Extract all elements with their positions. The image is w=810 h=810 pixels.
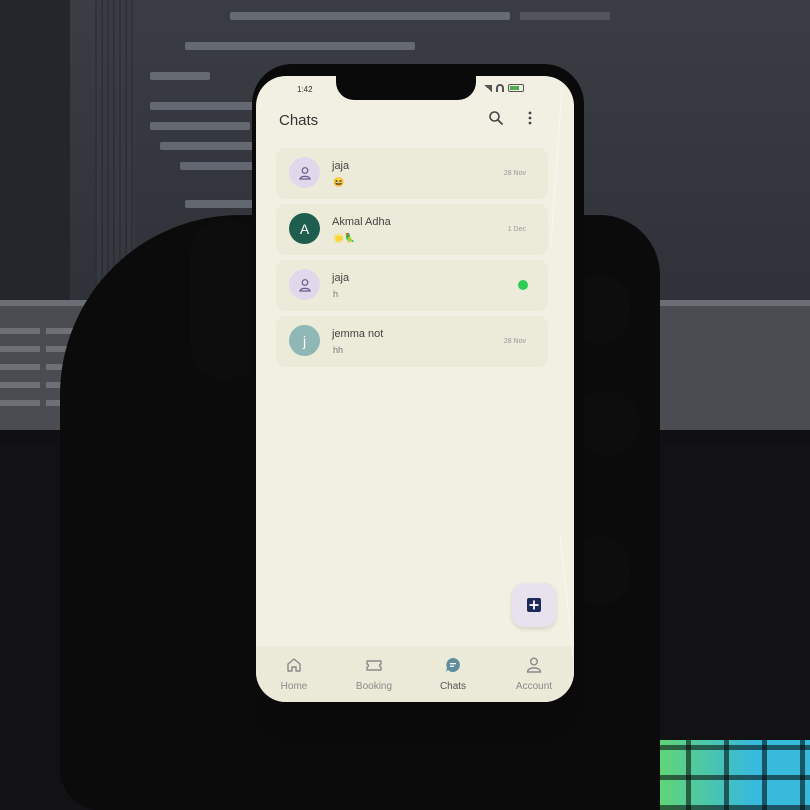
phone-notch bbox=[336, 76, 476, 100]
chat-bubble-icon bbox=[446, 658, 460, 672]
code-line bbox=[520, 12, 610, 20]
screen-crack bbox=[559, 536, 574, 656]
battery-icon bbox=[508, 84, 524, 92]
nav-item-account[interactable]: Account bbox=[499, 646, 569, 702]
nav-item-booking[interactable]: Booking bbox=[339, 646, 409, 702]
status-icons bbox=[484, 84, 524, 92]
screen-crack bbox=[550, 86, 563, 246]
chat-name: jaja bbox=[332, 160, 350, 172]
chat-list-item[interactable]: jaja h bbox=[276, 260, 548, 310]
avatar: j bbox=[289, 325, 320, 356]
person-icon bbox=[298, 278, 311, 292]
avatar-letter: j bbox=[302, 332, 307, 349]
wifi-icon bbox=[496, 84, 504, 92]
thumb bbox=[190, 220, 260, 380]
editor-gutter bbox=[0, 0, 70, 300]
chat-name: jemma not bbox=[332, 328, 384, 340]
ticket-icon bbox=[366, 660, 382, 671]
online-indicator bbox=[518, 280, 528, 290]
chat-date: 1 Dec bbox=[507, 226, 526, 233]
new-chat-button[interactable] bbox=[512, 583, 556, 627]
account-icon bbox=[526, 657, 542, 673]
chat-last-message: hh bbox=[333, 345, 344, 355]
chat-list-item[interactable]: j jemma not hh 28 Nov bbox=[276, 316, 548, 366]
code-line bbox=[160, 142, 255, 150]
chat-last-message: 😆 bbox=[333, 177, 345, 187]
person-icon bbox=[298, 166, 311, 180]
search-icon[interactable] bbox=[488, 110, 504, 126]
chat-date: 28 Nov bbox=[503, 338, 526, 345]
nav-label: Home bbox=[280, 681, 308, 692]
chat-last-message: h bbox=[333, 289, 339, 299]
avatar: A bbox=[289, 213, 320, 244]
nav-label: Booking bbox=[355, 681, 393, 692]
avatar bbox=[289, 269, 320, 300]
nav-label: Chats bbox=[439, 681, 467, 692]
nav-item-home[interactable]: Home bbox=[259, 646, 329, 702]
chat-name: Akmal Adha bbox=[332, 216, 391, 228]
phone-screen: 1:42 Chats jaja 😆 28 Nov A Akmal Adha 🌟🦜… bbox=[256, 76, 574, 702]
chat-date: 28 Nov bbox=[503, 170, 526, 177]
chat-last-message: 🌟🦜 bbox=[333, 233, 356, 243]
finger bbox=[575, 390, 640, 455]
code-line bbox=[180, 162, 255, 170]
code-line bbox=[185, 42, 415, 50]
home-icon bbox=[287, 658, 301, 672]
code-line bbox=[150, 122, 250, 130]
nav-label: Account bbox=[515, 681, 553, 692]
chat-list-item[interactable]: jaja 😆 28 Nov bbox=[276, 148, 548, 198]
status-time: 1:42 bbox=[297, 85, 313, 94]
page-title: Chats bbox=[279, 112, 319, 129]
code-line bbox=[150, 72, 210, 80]
chat-name: jaja bbox=[332, 272, 350, 284]
add-box-icon bbox=[527, 598, 541, 612]
bottom-navigation: Home Booking Chats Account bbox=[256, 646, 574, 702]
code-line bbox=[230, 12, 510, 20]
code-line bbox=[185, 200, 255, 208]
nav-item-chats[interactable]: Chats bbox=[418, 646, 488, 702]
signal-icon bbox=[484, 84, 492, 92]
avatar-letter: A bbox=[299, 220, 310, 237]
chat-list-item[interactable]: A Akmal Adha 🌟🦜 1 Dec bbox=[276, 204, 548, 254]
more-vert-icon[interactable] bbox=[524, 110, 536, 126]
avatar bbox=[289, 157, 320, 188]
